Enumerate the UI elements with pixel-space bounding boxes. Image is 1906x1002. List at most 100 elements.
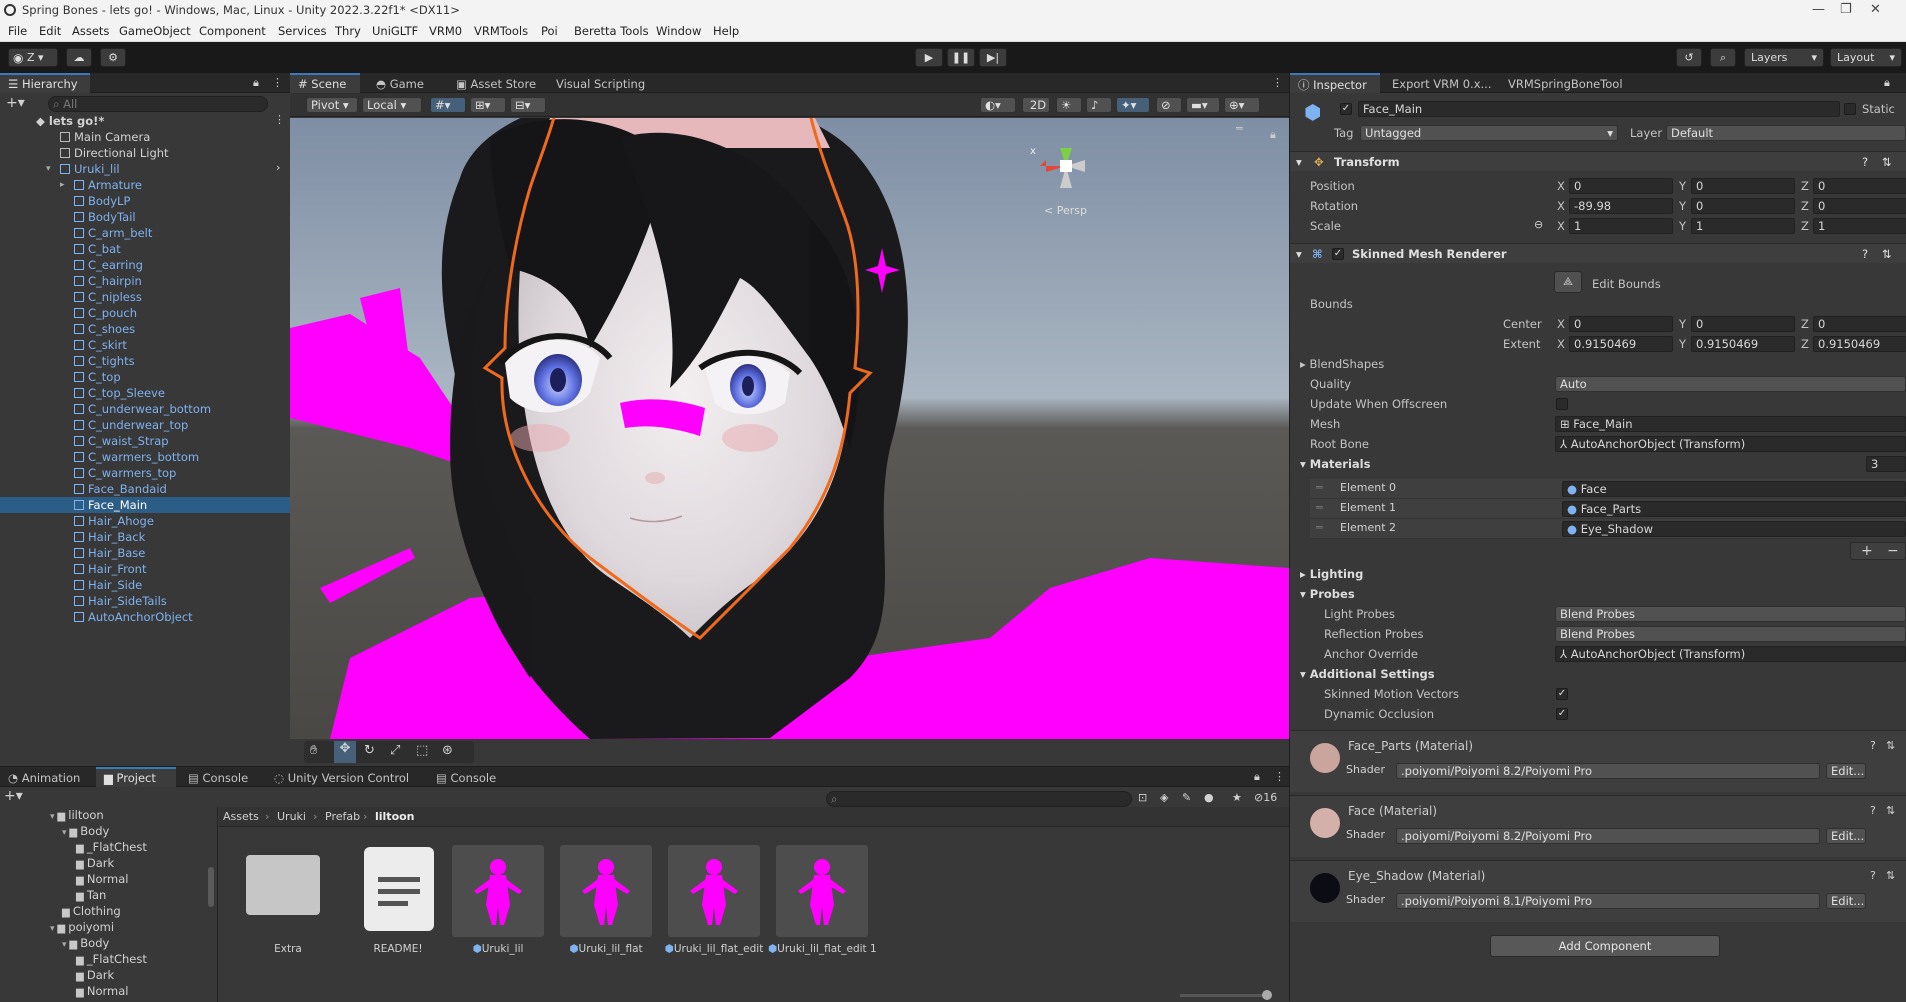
rotation-x-label[interactable]: X — [1557, 198, 1565, 214]
hierarchy-item[interactable]: C_tights — [0, 353, 290, 369]
hierarchy-item[interactable]: C_earring — [0, 257, 290, 273]
audio-toggle[interactable]: ♪ — [1086, 97, 1112, 113]
hierarchy-item[interactable]: Directional Light — [0, 145, 290, 161]
hierarchy-item[interactable]: C_top_Sleeve — [0, 385, 290, 401]
scale-x-field[interactable]: 1 — [1569, 218, 1673, 234]
projection-label[interactable]: < Persp — [1044, 204, 1087, 217]
material-preview-icon[interactable] — [1310, 743, 1340, 773]
tree-scrollbar[interactable] — [208, 867, 214, 907]
asset-item[interactable] — [558, 843, 654, 939]
tag-dropdown[interactable]: Untagged ▾ — [1360, 125, 1618, 141]
foldout-icon[interactable]: ▾ — [46, 161, 51, 177]
gizmos-dropdown[interactable]: ⊕▾ — [1224, 97, 1260, 113]
active-checkbox[interactable]: ✓ — [1340, 103, 1352, 115]
tab-scene[interactable]: # Scene — [290, 73, 360, 93]
hierarchy-item[interactable]: Face_Main — [0, 497, 290, 513]
mesh-field[interactable]: ⊞ Face_Main — [1555, 416, 1906, 432]
kebab-menu-icon[interactable]: ⋮ — [272, 76, 283, 89]
center-x-field[interactable]: 0 — [1569, 316, 1673, 332]
shader-dropdown[interactable]: .poiyomi/Poiyomi 8.1/Poiyomi Pro — [1396, 893, 1820, 909]
zoom-slider-thumb[interactable] — [1262, 990, 1272, 1000]
settings-icon[interactable]: ⇅ — [1882, 244, 1892, 264]
position-y-label[interactable]: Y — [1679, 178, 1686, 194]
kebab-menu-icon[interactable]: ⋮ — [274, 113, 285, 126]
link-icon[interactable]: ⊖ — [1534, 218, 1543, 231]
folder-tree-item[interactable]: ▆ Normal — [0, 871, 206, 887]
edit-shader-button[interactable]: Edit... — [1826, 828, 1866, 844]
hierarchy-item[interactable]: Main Camera — [0, 129, 290, 145]
settings-button[interactable]: ⚙ — [100, 48, 126, 67]
probes-foldout[interactable]: ▾ Probes — [1300, 586, 1355, 602]
folder-tree-item[interactable]: ▾ ▆ Body — [0, 935, 206, 951]
draw-mode-dropdown[interactable]: ◐▾ — [980, 97, 1016, 113]
hierarchy-item[interactable]: Hair_Base — [0, 545, 290, 561]
lighting-toggle[interactable]: ☀ — [1056, 97, 1082, 113]
help-icon[interactable]: ? — [1870, 739, 1876, 752]
hierarchy-item[interactable]: C_skirt — [0, 337, 290, 353]
hierarchy-item[interactable]: BodyLP — [0, 193, 290, 209]
hierarchy-item[interactable]: C_underwear_bottom — [0, 401, 290, 417]
menu-thry[interactable]: Thry — [335, 24, 361, 38]
breadcrumb-assets[interactable]: Assets — [223, 810, 259, 823]
tab-project[interactable]: ▆ Project — [96, 767, 176, 787]
foldout-icon[interactable]: ▸ — [60, 177, 65, 193]
grid-snap-toggle[interactable]: #▾ — [430, 97, 466, 113]
scene-viewport[interactable]: x < Persp 🔒︎ ═ — [290, 118, 1289, 739]
tab-game[interactable]: ◓ Game — [368, 73, 432, 93]
asset-item[interactable] — [350, 843, 446, 939]
materials-count-field[interactable]: 3 — [1866, 456, 1906, 472]
help-icon[interactable]: ? — [1870, 804, 1876, 817]
smr-enabled-checkbox[interactable]: ✓ — [1332, 248, 1344, 260]
menu-gameobject[interactable]: GameObject — [119, 24, 191, 38]
info-icon[interactable]: ● — [1204, 791, 1214, 804]
remove-icon[interactable]: − — [1887, 543, 1899, 559]
extent-x-label[interactable]: X — [1557, 336, 1565, 352]
tab-animation[interactable]: ◔ Animation — [0, 767, 88, 787]
center-z-field[interactable]: 0 — [1813, 316, 1906, 332]
position-x-field[interactable]: 0 — [1569, 178, 1673, 194]
history-button[interactable]: ↺ — [1676, 48, 1702, 67]
center-y-field[interactable]: 0 — [1691, 316, 1795, 332]
star-icon[interactable]: ★ — [1232, 791, 1242, 804]
chevron-right-icon[interactable]: › — [276, 161, 280, 174]
scene-root[interactable]: ◆ lets go!* — [0, 113, 290, 129]
hierarchy-item[interactable]: C_warmers_bottom — [0, 449, 290, 465]
tab-visual-scripting[interactable]: Visual Scripting — [548, 73, 653, 93]
rotation-y-label[interactable]: Y — [1679, 198, 1686, 214]
menu-vrm0[interactable]: VRM0 — [429, 24, 462, 38]
snap-increment-toggle[interactable]: ⊟▾ — [510, 97, 546, 113]
tab-console[interactable]: ▤ Console — [180, 767, 256, 787]
menu-poi[interactable]: Poi — [541, 24, 558, 38]
edit-shader-button[interactable]: Edit... — [1826, 763, 1866, 779]
add-component-button[interactable]: Add Component — [1490, 935, 1720, 957]
help-icon[interactable]: ? — [1862, 152, 1868, 172]
static-checkbox[interactable] — [1844, 103, 1856, 115]
rotation-x-field[interactable]: -89.98 — [1569, 198, 1673, 214]
folder-tree-item[interactable]: ▆ _FlatChest — [0, 839, 206, 855]
menu-vrmtools[interactable]: VRMTools — [474, 24, 528, 38]
tab-console-2[interactable]: ▤ Console — [428, 767, 504, 787]
lighting-foldout[interactable]: ▸ Lighting — [1300, 566, 1363, 582]
minimize-icon[interactable]: — — [1812, 2, 1825, 17]
folder-tree-item[interactable]: ▾ ▆ Body — [0, 823, 206, 839]
folder-tree-item[interactable]: ▾ ▆ liltoon — [0, 807, 206, 823]
drag-handle-icon[interactable]: ═ — [1316, 501, 1323, 514]
lock-icon[interactable]: 🔒︎ — [1254, 770, 1260, 784]
breadcrumb-prefab[interactable]: Prefab — [325, 810, 360, 823]
tab-vrm-spring-bone-tool[interactable]: VRMSpringBoneTool — [1500, 73, 1631, 93]
hierarchy-item[interactable]: C_pouch — [0, 305, 290, 321]
folder-tree-item[interactable]: ▆ Clothing — [0, 903, 206, 919]
quality-dropdown[interactable]: Auto — [1555, 376, 1906, 392]
center-z-label[interactable]: Z — [1801, 316, 1809, 332]
local-dropdown[interactable]: Local ▾ — [362, 97, 422, 113]
hierarchy-item[interactable]: Hair_Back — [0, 529, 290, 545]
scale-y-field[interactable]: 1 — [1691, 218, 1795, 234]
extent-z-label[interactable]: Z — [1801, 336, 1809, 352]
rect-tool-icon[interactable]: ⬚ — [416, 743, 428, 758]
step-button[interactable]: ▶| — [979, 48, 1007, 67]
breadcrumb-uruki[interactable]: Uruki — [277, 810, 306, 823]
shader-dropdown[interactable]: .poiyomi/Poiyomi 8.2/Poiyomi Pro — [1396, 763, 1820, 779]
menu-file[interactable]: File — [8, 24, 27, 38]
grid-visibility-toggle[interactable]: ⊞▾ — [470, 97, 506, 113]
rotation-y-field[interactable]: 0 — [1691, 198, 1795, 214]
